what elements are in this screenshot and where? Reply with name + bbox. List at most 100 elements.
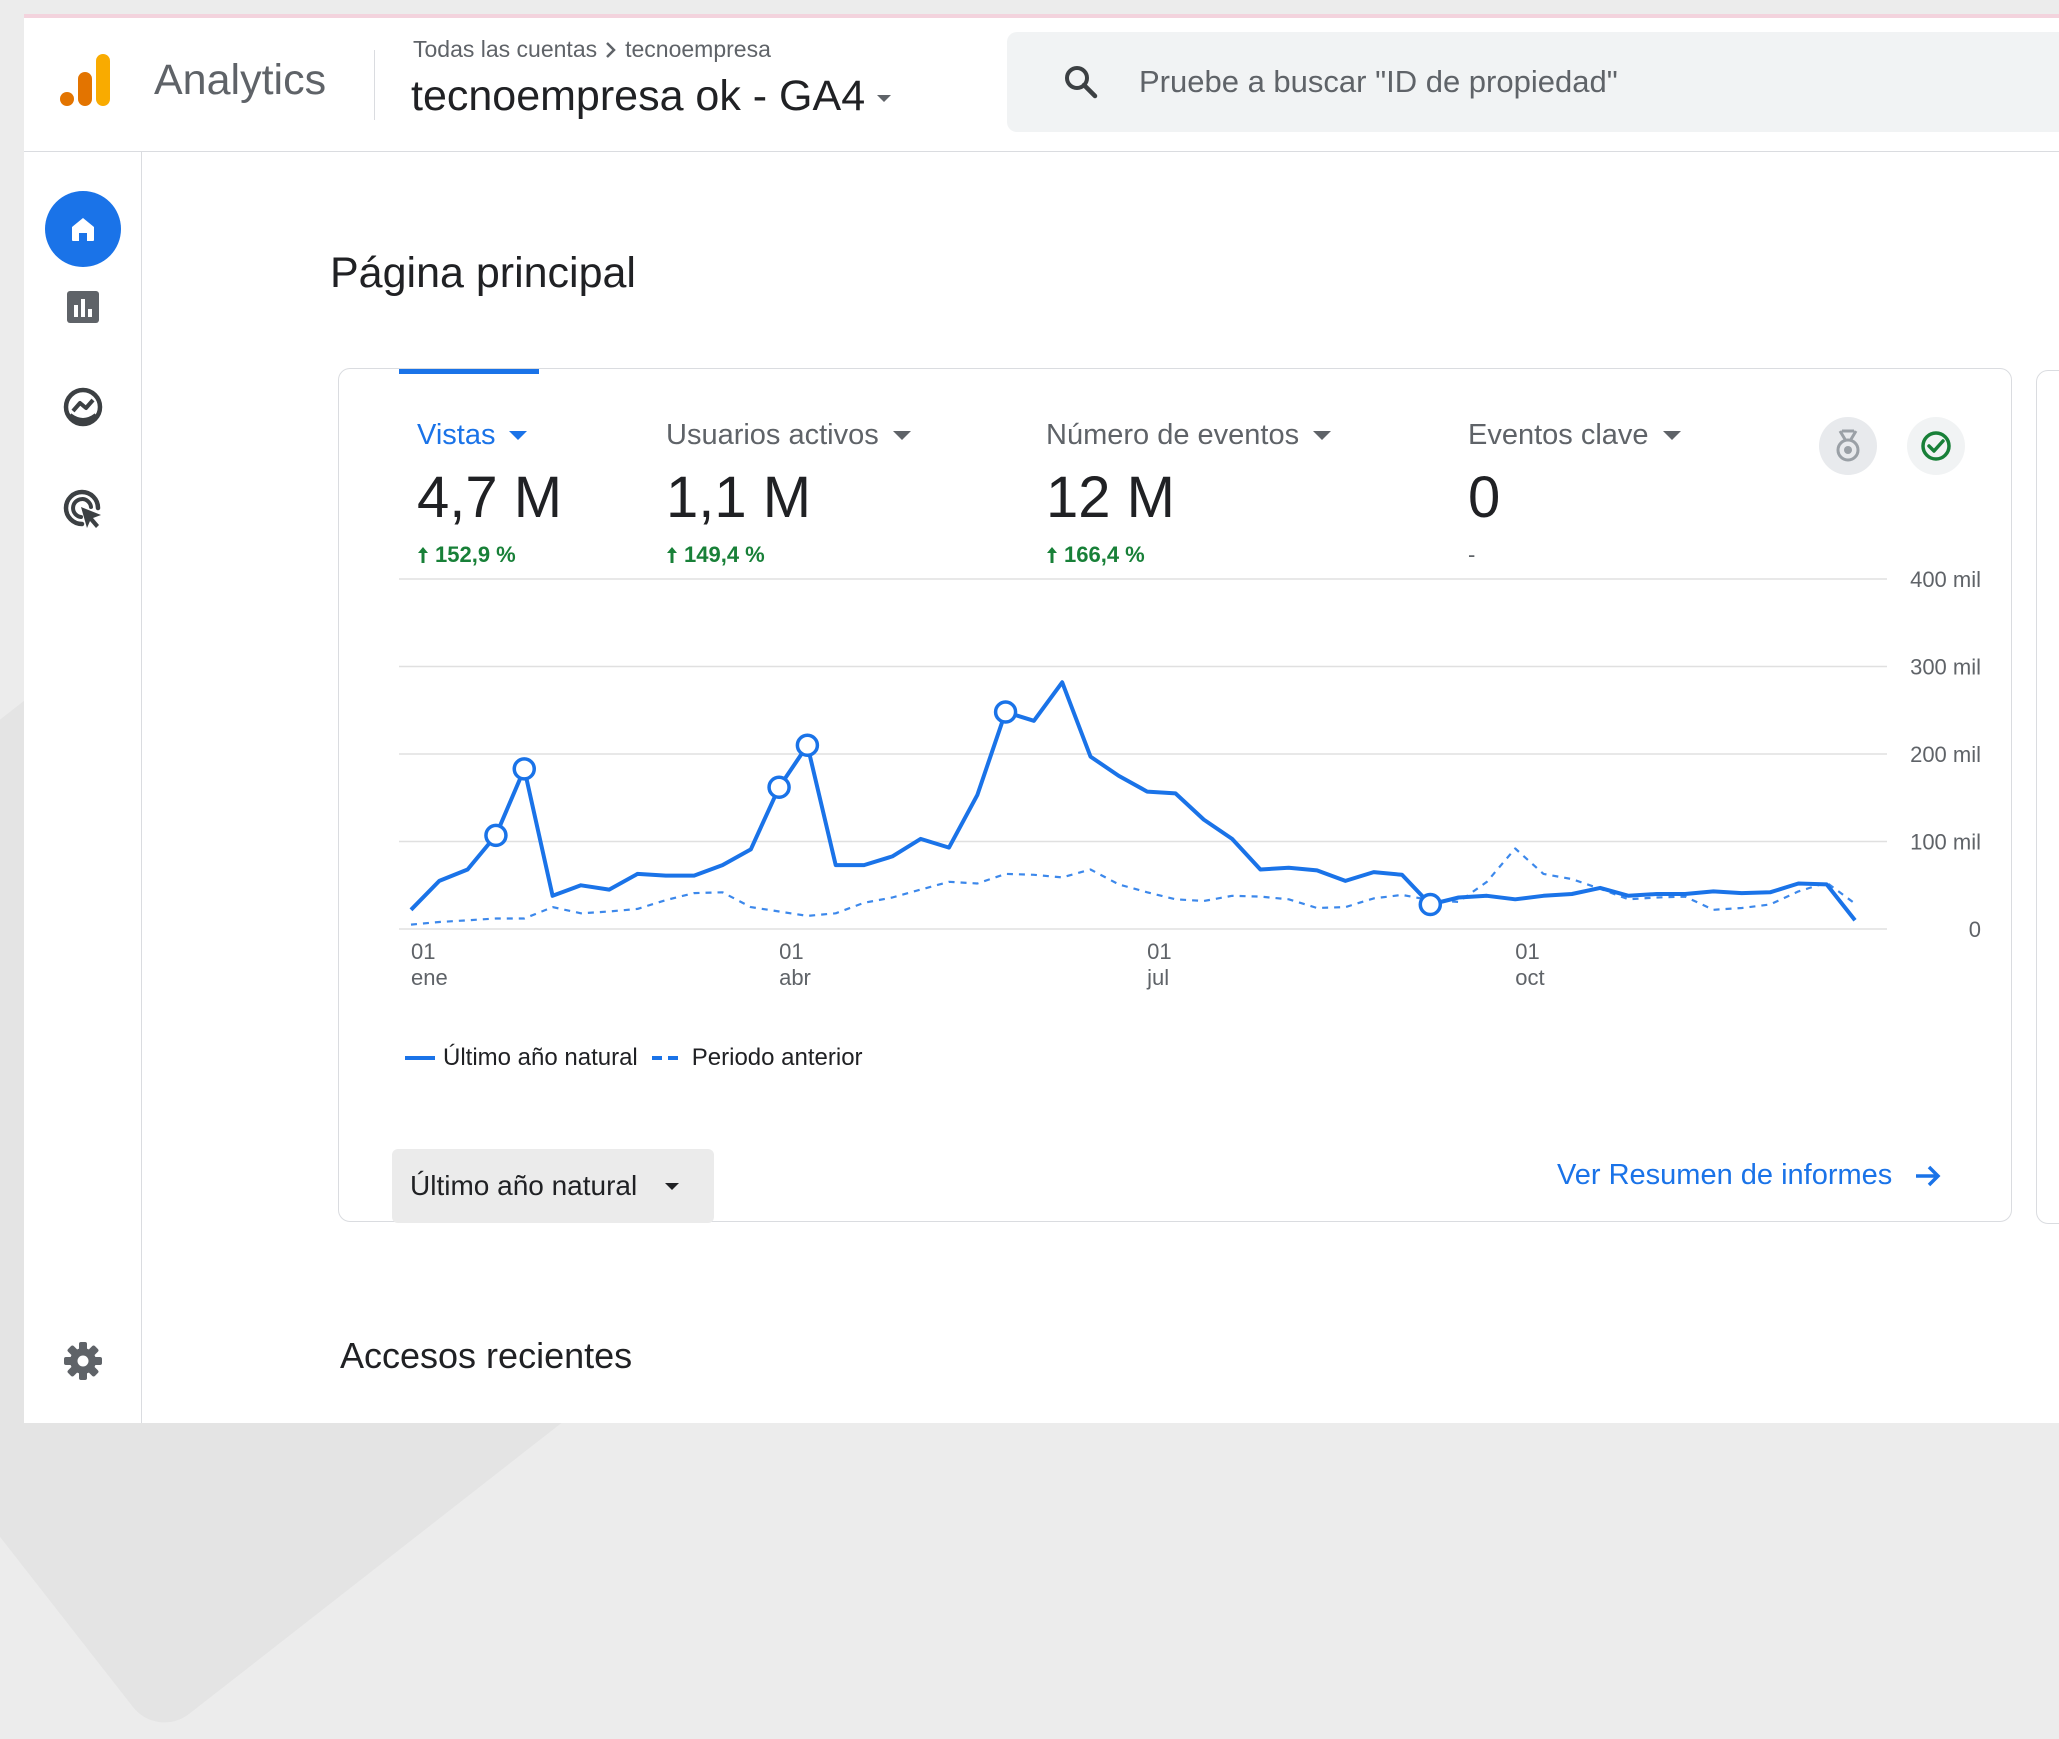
recent-access-title: Accesos recientes: [340, 1335, 633, 1376]
chart-legend: Último año natural Periodo anterior: [405, 1044, 877, 1072]
search-bar[interactable]: [1007, 32, 2059, 132]
metric-key-events[interactable]: Eventos clave 0 -: [1468, 419, 1681, 568]
legend-dashed-swatch: [651, 1056, 682, 1060]
insights-badge-button[interactable]: [1819, 417, 1877, 475]
chart-svg: 400 mil300 mil200 mil100 mil001ene01abr0…: [399, 567, 1981, 990]
arrow-up-icon: [1047, 547, 1057, 563]
views-line-chart: 400 mil 300 mil 200 mil 100 mil 0 01 ene 01 abr 0…: [339, 567, 2013, 1019]
x-tick-day-label: 01: [411, 939, 435, 964]
chevron-right-icon: [606, 41, 616, 58]
legend-label: Último año natural: [443, 1044, 638, 1071]
annotation-marker: [1418, 892, 1443, 917]
annotation-marker: [512, 757, 537, 781]
top-header: Analytics Todas las cuentas tecnoempresa…: [24, 18, 2059, 152]
x-tick-month-label: ene: [411, 965, 448, 990]
arrow-right-icon: [1916, 1165, 1941, 1186]
nav-advertising[interactable]: [45, 471, 121, 547]
metric-label[interactable]: Número de eventos: [1046, 419, 1332, 452]
medal-icon: [1836, 429, 1860, 462]
annotation-marker: [484, 823, 508, 848]
active-tab-indicator: [399, 369, 539, 374]
metric-value: 1,1 M: [666, 465, 812, 530]
metric-change-text: 149,4 %: [684, 542, 765, 567]
metric-value: 12 M: [1046, 465, 1175, 530]
y-tick-label: 0: [1969, 917, 1981, 942]
advertising-icon: [63, 489, 101, 528]
metric-label-text: Vistas: [417, 419, 496, 451]
metric-value: 4,7 M: [417, 465, 563, 530]
legend-item-current: Último año natural: [405, 1044, 638, 1072]
view-reports-link[interactable]: Ver Resumen de informes: [1557, 1159, 1942, 1192]
property-selector[interactable]: tecnoempresa ok - GA4: [411, 72, 892, 121]
y-tick-label: 300 mil: [1910, 655, 1981, 680]
chevron-down-icon: [1662, 431, 1681, 440]
arrow-up-icon: [418, 547, 428, 563]
view-reports-label: Ver Resumen de informes: [1557, 1159, 1893, 1191]
date-range-dropdown[interactable]: Último año natural: [392, 1149, 714, 1223]
nav-reports[interactable]: [45, 269, 121, 345]
chevron-down-icon: [665, 1182, 680, 1190]
legend-label: Periodo anterior: [691, 1044, 863, 1071]
metric-views[interactable]: Vistas 4,7 M 152,9 %: [417, 419, 562, 568]
chevron-down-icon: [1313, 431, 1332, 440]
header-divider: [374, 50, 375, 120]
series-line-previous: [410, 847, 1856, 926]
x-tick-month-label: abr: [779, 965, 811, 990]
metric-label[interactable]: Eventos clave: [1468, 419, 1681, 452]
nav-settings[interactable]: [45, 1323, 121, 1399]
breadcrumb[interactable]: Todas las cuentas tecnoempresa: [413, 36, 771, 63]
left-nav: [24, 151, 142, 1423]
overview-card: Vistas 4,7 M 152,9 % Usuarios activos 1,…: [338, 368, 2013, 1223]
breadcrumb-account[interactable]: tecnoempresa: [625, 36, 771, 63]
page-title: Página principal: [330, 249, 636, 297]
explore-icon: [63, 387, 103, 427]
metric-change: -: [1468, 542, 1681, 568]
metric-event-count[interactable]: Número de eventos 12 M 166,4 %: [1046, 419, 1332, 568]
nav-explore[interactable]: [45, 369, 121, 445]
nav-home[interactable]: [45, 191, 121, 267]
analytics-logo-icon: [60, 54, 110, 106]
x-tick-month-label: oct: [1515, 965, 1544, 990]
x-tick-day-label: 01: [1515, 939, 1539, 964]
home-icon: [72, 218, 94, 241]
legend-item-previous: Periodo anterior: [651, 1044, 863, 1072]
annotation-marker: [795, 733, 820, 757]
metric-label-text: Eventos clave: [1468, 419, 1649, 451]
date-range-label: Último año natural: [410, 1170, 638, 1201]
metric-change-text: -: [1468, 542, 1476, 567]
status-check-button[interactable]: [1907, 417, 1965, 475]
annotation-marker: [767, 775, 791, 799]
legend-solid-swatch: [405, 1056, 435, 1060]
metric-value: 0: [1468, 465, 1501, 530]
chevron-down-icon: [892, 431, 911, 440]
analytics-app: Analytics Todas las cuentas tecnoempresa…: [24, 14, 2059, 1423]
x-tick-day-label: 01: [779, 939, 803, 964]
annotation-marker: [993, 700, 1018, 724]
metric-change: 152,9 %: [417, 542, 562, 568]
metric-active-users[interactable]: Usuarios activos 1,1 M 149,4 %: [666, 419, 911, 568]
chevron-down-icon: [509, 431, 528, 440]
breadcrumb-all-accounts[interactable]: Todas las cuentas: [413, 36, 597, 63]
arrow-up-icon: [667, 547, 677, 563]
metric-change-text: 152,9 %: [435, 542, 516, 567]
y-tick-label: 200 mil: [1910, 742, 1981, 767]
reports-icon: [67, 291, 99, 323]
property-name: tecnoempresa ok - GA4: [411, 72, 866, 120]
secondary-card: [2036, 370, 2059, 1224]
metric-label[interactable]: Usuarios activos: [666, 419, 911, 452]
metric-label-text: Número de eventos: [1046, 419, 1300, 451]
search-input[interactable]: [1137, 63, 1941, 101]
series-line-current: [409, 680, 1857, 922]
search-icon: [1065, 66, 1098, 99]
chevron-down-icon: [877, 95, 892, 102]
metric-change: 149,4 %: [666, 542, 911, 568]
gear-icon: [64, 1342, 102, 1380]
y-tick-label: 400 mil: [1910, 569, 1981, 592]
x-tick-month-label: jul: [1146, 965, 1169, 990]
app-title: Analytics: [154, 56, 327, 104]
metric-label[interactable]: Vistas: [417, 419, 562, 452]
metric-change: 166,4 %: [1046, 542, 1331, 568]
check-circle-icon: [1921, 431, 1951, 461]
metric-change-text: 166,4 %: [1064, 542, 1145, 567]
y-tick-label: 100 mil: [1910, 830, 1981, 855]
